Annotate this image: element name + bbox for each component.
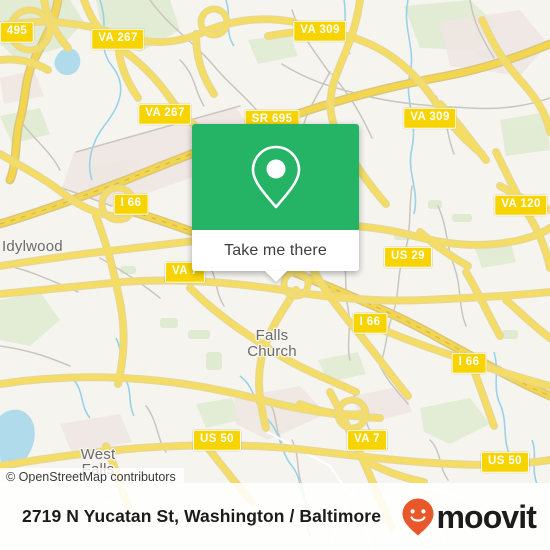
highway-shield-i66-a: I 66: [113, 193, 149, 215]
address-label: 2719 N Yucatan St, Washington / Baltimor…: [22, 506, 382, 526]
moovit-brand[interactable]: moovit: [401, 497, 537, 537]
location-pin-icon: [251, 145, 300, 209]
highway-shield-us50-a: US 50: [193, 429, 241, 451]
moovit-smiley-pin-icon: [402, 498, 433, 535]
popup-action-bar[interactable]: Take me there: [192, 230, 359, 282]
footer-bar: 2719 N Yucatan St, Washington / Baltimor…: [0, 483, 550, 550]
location-popup-card[interactable]: Take me there: [192, 124, 359, 282]
highway-shield-va120: VA 120: [494, 194, 548, 216]
highway-shield-va7-b: VA 7: [347, 429, 387, 451]
highway-shield-i66-b: I 66: [352, 312, 388, 334]
highway-shield-va267-a: VA 267: [91, 28, 145, 50]
highway-shield-i66-c: I 66: [451, 352, 487, 374]
take-me-there-label: Take me there: [224, 241, 327, 259]
highway-shield-495: 495: [0, 21, 35, 43]
popup-image-panel: [192, 124, 359, 230]
map-screenshot-root: Idylwood Falls Church West Falls 495 VA …: [0, 0, 550, 550]
highway-shield-us29: US 29: [384, 246, 432, 268]
moovit-wordmark: moovit: [436, 498, 537, 535]
highway-shield-us50-b: US 50: [481, 451, 529, 473]
highway-shield-va309-a: VA 309: [293, 20, 347, 42]
highway-shield-va267-b: VA 267: [138, 103, 192, 125]
popup-pointer-tail: [264, 271, 287, 282]
highway-shield-va309-b: VA 309: [403, 107, 457, 129]
